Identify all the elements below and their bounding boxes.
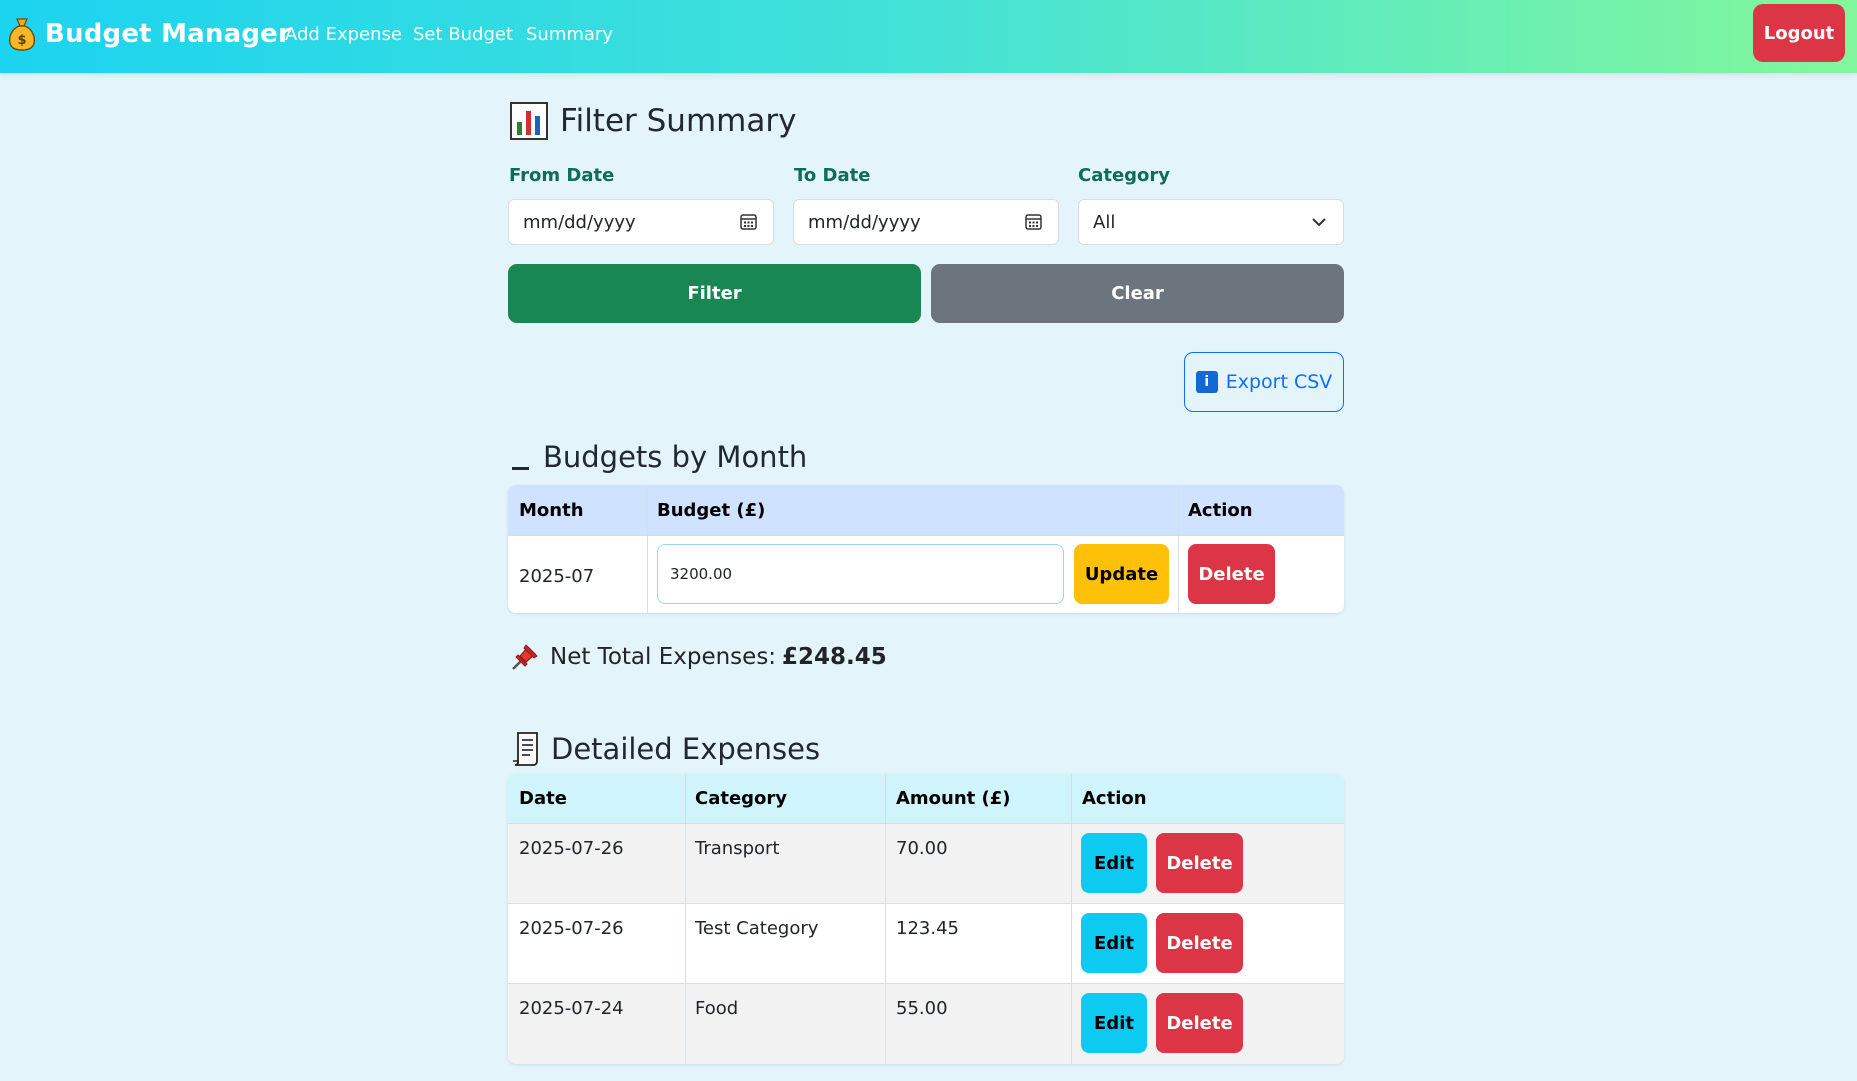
- budgets-heading: Budgets by Month: [512, 440, 807, 474]
- expense-date-cell: 2025-07-26: [519, 918, 624, 939]
- navbar: $ Budget Manager Add Expense Set Budget …: [0, 0, 1857, 73]
- delete-expense-button[interactable]: Delete: [1156, 833, 1243, 893]
- expenses-header-action: Action: [1082, 788, 1147, 809]
- delete-expense-button[interactable]: Delete: [1156, 913, 1243, 973]
- expense-date-cell: 2025-07-24: [519, 998, 624, 1019]
- expenses-title: Detailed Expenses: [551, 732, 821, 766]
- edit-expense-button[interactable]: Edit: [1081, 993, 1147, 1053]
- budget-month-cell: 2025-07: [519, 566, 595, 587]
- edit-expense-button[interactable]: Edit: [1081, 833, 1147, 893]
- money-bag-icon: $: [9, 18, 35, 51]
- budget-amount-value: 3200.00: [670, 565, 733, 583]
- budgets-header-action: Action: [1188, 500, 1253, 521]
- info-icon: i: [1195, 371, 1218, 393]
- expense-category-cell: Transport: [695, 838, 780, 859]
- expense-date-cell: 2025-07-26: [519, 838, 624, 859]
- calendar-icon[interactable]: [1025, 213, 1042, 230]
- nav-link-summary[interactable]: Summary: [526, 24, 613, 46]
- export-csv-button[interactable]: i Export CSV: [1184, 352, 1344, 412]
- delete-budget-button[interactable]: Delete: [1188, 544, 1275, 604]
- calendar-icon[interactable]: [740, 213, 757, 230]
- from-date-label: From Date: [509, 165, 615, 186]
- from-date-input[interactable]: mm/dd/yyyy: [508, 199, 774, 245]
- filter-summary-title: Filter Summary: [560, 103, 797, 139]
- dash-icon: [512, 466, 529, 470]
- edit-expense-button[interactable]: Edit: [1081, 913, 1147, 973]
- net-total: Net Total Expenses: £248.45: [510, 642, 887, 672]
- clear-button[interactable]: Clear: [931, 264, 1344, 323]
- expenses-header-amount: Amount (£): [896, 788, 1011, 809]
- expenses-header-category: Category: [695, 788, 788, 809]
- logout-button[interactable]: Logout: [1753, 4, 1845, 62]
- expense-amount-cell: 123.45: [896, 918, 959, 939]
- category-select[interactable]: All: [1078, 199, 1344, 245]
- budgets-header-budget: Budget (£): [657, 500, 766, 521]
- net-total-label: Net Total Expenses:: [550, 644, 777, 670]
- export-csv-label: Export CSV: [1225, 371, 1333, 393]
- nav-link-add-expense[interactable]: Add Expense: [285, 24, 402, 46]
- expense-amount-cell: 70.00: [896, 838, 948, 859]
- to-date-label: To Date: [794, 165, 871, 186]
- brand-title: Budget Manager: [45, 19, 292, 49]
- net-total-value: £248.45: [782, 644, 887, 670]
- scroll-icon: [513, 732, 538, 766]
- expense-amount-cell: 55.00: [896, 998, 948, 1019]
- to-date-input[interactable]: mm/dd/yyyy: [793, 199, 1059, 245]
- nav-link-set-budget[interactable]: Set Budget: [413, 24, 513, 46]
- budgets-header-month: Month: [519, 500, 584, 521]
- expense-category-cell: Test Category: [695, 918, 819, 939]
- expenses-header-date: Date: [519, 788, 567, 809]
- category-label: Category: [1078, 165, 1171, 186]
- filter-button[interactable]: Filter: [508, 264, 921, 323]
- brand[interactable]: $ Budget Manager: [8, 14, 291, 54]
- from-date-placeholder: mm/dd/yyyy: [523, 211, 636, 233]
- filter-summary-heading: Filter Summary: [510, 102, 796, 140]
- expenses-heading: Detailed Expenses: [511, 731, 820, 767]
- category-selected-value: All: [1093, 211, 1116, 233]
- bar-chart-icon: [510, 102, 548, 140]
- chevron-down-icon: [1312, 218, 1326, 227]
- pushpin-icon: [512, 644, 538, 670]
- expense-category-cell: Food: [695, 998, 739, 1019]
- budget-amount-input[interactable]: 3200.00: [657, 544, 1064, 604]
- budgets-title: Budgets by Month: [543, 440, 808, 474]
- delete-expense-button[interactable]: Delete: [1156, 993, 1243, 1053]
- to-date-placeholder: mm/dd/yyyy: [808, 211, 921, 233]
- update-budget-button[interactable]: Update: [1074, 544, 1169, 604]
- svg-text:$: $: [17, 33, 26, 48]
